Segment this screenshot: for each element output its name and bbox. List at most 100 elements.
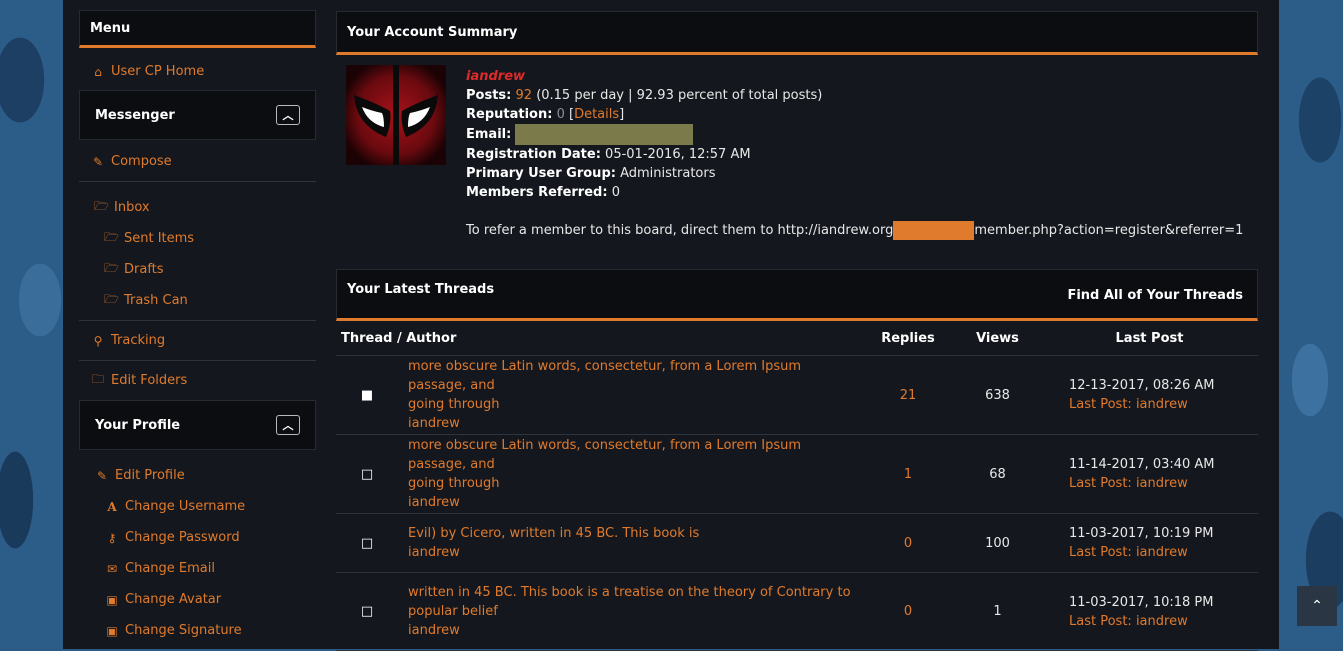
referral-text-start: To refer a member to this board, direct … <box>466 223 894 238</box>
map-marker-icon: ⚲ <box>93 333 103 348</box>
thread-title-line1: more obscure Latin words, consectetur, f… <box>408 438 802 472</box>
last-post-label: Last Post: <box>1069 397 1132 412</box>
regdate-label: Registration Date: <box>466 147 601 162</box>
image-icon: ▣ <box>106 623 118 638</box>
nav-drafts[interactable]: 🗁 Drafts <box>79 254 316 285</box>
nav-compose[interactable]: ✎ Compose <box>79 146 316 177</box>
col-views: Views <box>954 321 1041 356</box>
envelope-icon: ✉ <box>106 561 118 576</box>
email-label: Email: <box>466 127 512 142</box>
content-wrapper: Menu ⌂ User CP Home Messenger ︿ ✎ Compose … <box>63 0 1279 651</box>
thread-cell: Evil) by Cicero, written in 45 BC. This … <box>398 513 862 573</box>
group-label: Primary User Group: <box>466 166 616 181</box>
folder-outline-icon: □ <box>336 434 398 514</box>
image-icon: ▣ <box>106 592 118 607</box>
posts-count-link[interactable]: 92 <box>516 88 533 103</box>
thread-author-link[interactable]: iandrew <box>408 493 861 512</box>
thread-author-link[interactable]: iandrew <box>408 414 861 433</box>
last-post-user-link[interactable]: iandrew <box>1136 476 1188 491</box>
nav-edit-profile[interactable]: ✎ Edit Profile <box>79 460 316 491</box>
thread-author-link[interactable]: iandrew <box>408 543 861 562</box>
nav-change-signature-label: Change Signature <box>125 623 242 638</box>
nav-trash-can-label: Trash Can <box>124 293 188 308</box>
last-post-date: 12-13-2017, 08:26 AM <box>1069 378 1215 393</box>
account-summary-body: iandrew Posts: 92 (0.15 per day | 92.93 … <box>336 55 1258 269</box>
find-all-threads-link[interactable]: Find All of Your Threads <box>1067 288 1247 303</box>
thread-author-link[interactable]: iandrew <box>408 621 861 640</box>
folder-open-icon: 🗁 <box>104 261 119 275</box>
nav-change-avatar-label: Change Avatar <box>125 592 222 607</box>
thread-title-line2: popular belief <box>408 604 498 619</box>
last-post-user-link[interactable]: iandrew <box>1136 545 1188 560</box>
referred-value: 0 <box>611 185 620 200</box>
regdate-value: 05-01-2016, 12:57 AM <box>605 147 751 162</box>
table-row: □ written in 45 BC. This book is a treat… <box>336 572 1258 651</box>
nav-change-avatar[interactable]: ▣ Change Avatar <box>79 584 316 615</box>
username-link[interactable]: iandrew <box>466 69 525 84</box>
thread-title-link[interactable]: Evil) by Cicero, written in 45 BC. This … <box>408 524 861 543</box>
thread-title-link[interactable]: more obscure Latin words, consectetur, f… <box>408 357 861 414</box>
nav-tracking-label: Tracking <box>111 333 166 348</box>
nav-inbox[interactable]: 🗁 Inbox <box>79 192 316 223</box>
nav-edit-folders[interactable]: 🗀 Edit Folders <box>79 365 316 396</box>
edit-icon: ✎ <box>96 468 108 483</box>
last-post-date: 11-14-2017, 03:40 AM <box>1069 457 1215 472</box>
views-count: 68 <box>954 434 1041 514</box>
last-post-cell: 12-13-2017, 08:26 AM Last Post: iandrew <box>1041 355 1258 435</box>
last-post-label: Last Post: <box>1069 476 1132 491</box>
posts-label: Posts: <box>466 88 512 103</box>
views-count: 1 <box>954 572 1041 651</box>
profile-collapse-button[interactable]: ︿ <box>276 415 300 435</box>
key-icon: ⚷ <box>107 530 117 545</box>
font-icon: A <box>107 499 117 514</box>
last-post-date: 11-03-2017, 10:19 PM <box>1069 526 1214 541</box>
replies-link[interactable]: 0 <box>862 513 954 573</box>
scroll-to-top-button[interactable]: ⌃ <box>1297 586 1337 626</box>
reputation-label: Reputation: <box>466 107 553 122</box>
views-count: 638 <box>954 355 1041 435</box>
usercp-sidebar: Menu ⌂ User CP Home Messenger ︿ ✎ Compose … <box>79 0 316 646</box>
last-post-label: Last Post: <box>1069 545 1132 560</box>
messenger-collapse-button[interactable]: ︿ <box>276 105 300 125</box>
reputation-value: 0 <box>556 107 565 122</box>
latest-threads-title: Your Latest Threads <box>347 282 495 297</box>
nav-inbox-label: Inbox <box>114 200 150 215</box>
last-post-user-link[interactable]: iandrew <box>1136 614 1188 629</box>
thread-cell: written in 45 BC. This book is a treatis… <box>398 572 862 651</box>
nav-change-username[interactable]: A Change Username <box>79 491 316 522</box>
col-replies: Replies <box>862 321 954 356</box>
thread-title-line1: more obscure Latin words, consectetur, f… <box>408 359 802 393</box>
nav-trash-can[interactable]: 🗁 Trash Can <box>79 285 316 316</box>
replies-link[interactable]: 21 <box>862 355 954 435</box>
nav-tracking[interactable]: ⚲ Tracking <box>79 325 316 356</box>
thread-cell: more obscure Latin words, consectetur, f… <box>398 434 862 514</box>
folder-icon: ■ <box>336 355 398 435</box>
avatar <box>346 65 446 165</box>
reputation-details-link[interactable]: Details <box>574 107 619 122</box>
referred-label: Members Referred: <box>466 185 608 200</box>
last-post-date: 11-03-2017, 10:18 PM <box>1069 594 1214 610</box>
nav-change-signature[interactable]: ▣ Change Signature <box>79 615 316 646</box>
folder-outline-icon: □ <box>336 513 398 573</box>
replies-link[interactable]: 1 <box>862 434 954 514</box>
folder-open-icon: 🗁 <box>104 292 119 306</box>
nav-usercp-home[interactable]: ⌂ User CP Home <box>79 56 316 87</box>
last-post-user-link[interactable]: iandrew <box>1136 397 1188 412</box>
thread-title-link[interactable]: written in 45 BC. This book is a treatis… <box>408 583 861 621</box>
account-info: iandrew Posts: 92 (0.15 per day | 92.93 … <box>466 69 1244 240</box>
nav-usercp-home-label: User CP Home <box>111 64 205 79</box>
replies-link[interactable]: 0 <box>862 572 954 651</box>
nav-change-password[interactable]: ⚷ Change Password <box>79 522 316 553</box>
thread-title-link[interactable]: more obscure Latin words, consectetur, f… <box>408 436 861 493</box>
table-row: □ more obscure Latin words, consectetur,… <box>336 434 1258 514</box>
nav-edit-profile-label: Edit Profile <box>115 468 185 483</box>
nav-change-email[interactable]: ✉ Change Email <box>79 553 316 584</box>
messenger-title: Messenger <box>95 107 175 123</box>
thread-cell: more obscure Latin words, consectetur, f… <box>398 355 862 435</box>
home-icon: ⌂ <box>94 64 102 79</box>
account-summary-title: Your Account Summary <box>347 24 518 40</box>
nav-drafts-label: Drafts <box>124 262 164 277</box>
nav-sent-items[interactable]: 🗁 Sent Items <box>79 223 316 254</box>
profile-header: Your Profile ︿ <box>79 400 316 450</box>
table-row: ■ more obscure Latin words, consectetur,… <box>336 355 1258 435</box>
